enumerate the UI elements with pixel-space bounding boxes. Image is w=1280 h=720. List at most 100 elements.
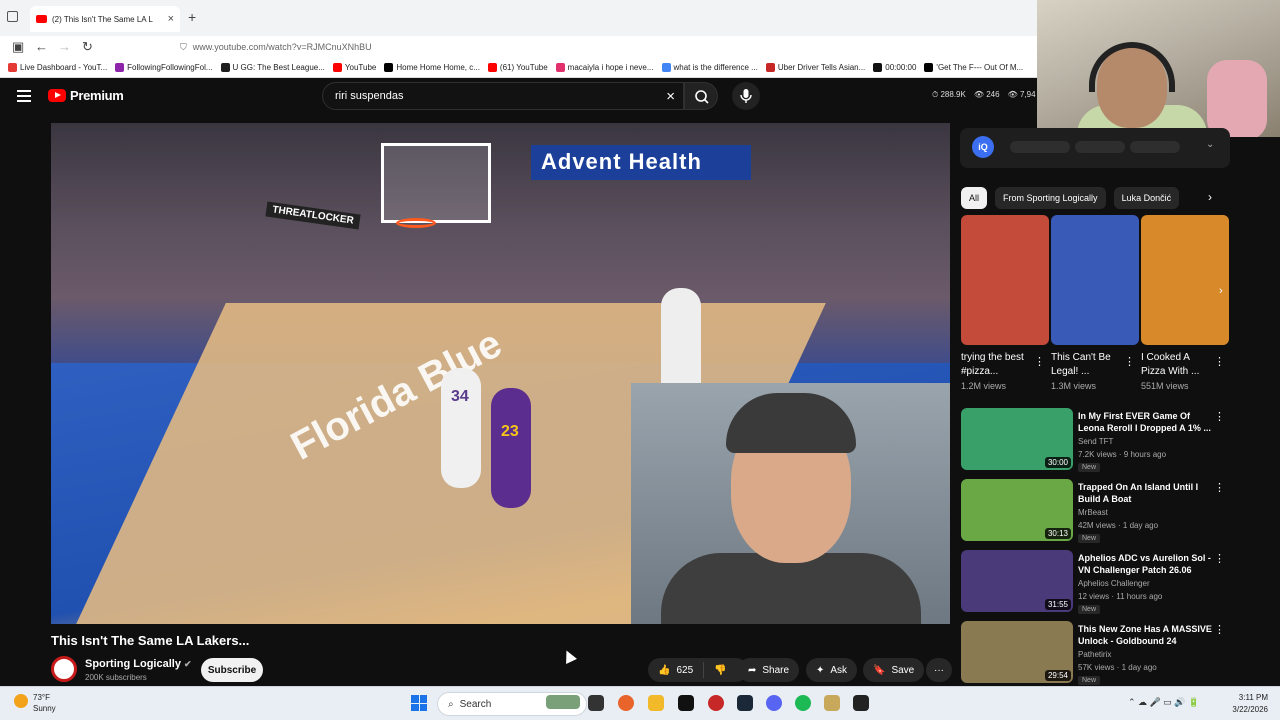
bookmark-item[interactable]: Home Home Home, c...	[384, 63, 480, 72]
file-explorer-icon[interactable]	[648, 695, 664, 711]
bookmark-item[interactable]: 00:00:00	[873, 63, 916, 72]
search-input[interactable]: riri suspendas ×	[322, 82, 684, 110]
system-clock[interactable]: 3:11 PM 3/22/2026	[1232, 692, 1268, 716]
video-duration: 29:54	[1044, 670, 1071, 681]
url-text: www.youtube.com/watch?v=RJMCnuXNhBU	[192, 42, 372, 52]
recommended-video[interactable]: 31:55 Aphelios ADC vs Aurelion Sol - VN C…	[961, 550, 1231, 614]
browser-tab-active[interactable]: (2) This Isn't The Same LA L ×	[30, 6, 180, 32]
chip-all[interactable]: All	[961, 187, 988, 209]
youtube-favicon-icon	[36, 15, 47, 23]
short-title[interactable]: I Cooked A Pizza With ...	[1141, 351, 1211, 379]
record-app-icon[interactable]	[708, 695, 724, 711]
menu-icon[interactable]	[17, 90, 31, 105]
clear-search-icon[interactable]: ×	[666, 88, 675, 105]
video-channel[interactable]: Aphelios Challenger	[1078, 579, 1150, 588]
short-item[interactable]: trying the best #pizza... 1.2M views ⋮	[961, 215, 1049, 391]
steam-icon[interactable]	[737, 695, 753, 711]
more-vert-icon[interactable]: ⋮	[1214, 355, 1225, 368]
youtube-premium-logo[interactable]: Premium	[48, 88, 124, 103]
capcut-icon[interactable]	[678, 695, 694, 711]
more-vert-icon[interactable]: ⋮	[1124, 355, 1135, 368]
video-channel[interactable]: MrBeast	[1078, 508, 1108, 517]
bookmark-item[interactable]: FollowingFollowingFol...	[115, 63, 213, 72]
extension-pill-3[interactable]	[1130, 141, 1180, 153]
filter-chips: All From Sporting Logically Luka Dončić	[961, 187, 1231, 209]
dislike-icon[interactable]: 👎	[714, 665, 726, 676]
video-title[interactable]: Aphelios ADC vs Aurelion Sol - VN Challe…	[1078, 552, 1214, 576]
tab-title: (2) This Isn't The Same LA L	[52, 14, 153, 24]
like-icon[interactable]: 👍	[658, 665, 670, 676]
tab-list-icon[interactable]	[7, 11, 18, 22]
extension-iq-icon[interactable]: iQ	[972, 136, 994, 158]
like-count[interactable]: 625	[676, 665, 693, 676]
bookmark-item[interactable]: Uber Driver Tells Asian...	[765, 63, 865, 72]
more-vert-icon[interactable]: ⋮	[1214, 481, 1225, 494]
recommended-video[interactable]: 29:54 This New Zone Has A MASSIVE Unlock …	[961, 621, 1231, 685]
bookmark-label: what is the difference ...	[673, 63, 758, 72]
search-button[interactable]	[684, 82, 718, 110]
video-title[interactable]: In My First EVER Game Of Leona Reroll I …	[1078, 410, 1214, 434]
site-info-icon[interactable]: ⛉	[180, 42, 187, 53]
chip-from-channel[interactable]: From Sporting Logically	[995, 187, 1106, 209]
youtube-logo-icon	[48, 89, 66, 102]
video-title[interactable]: Trapped On An Island Until I Build A Boa…	[1078, 481, 1214, 505]
bookmark-item[interactable]: macaiyla i hope i neve...	[555, 63, 654, 72]
short-title[interactable]: trying the best #pizza...	[961, 351, 1031, 379]
extension-pill-2[interactable]	[1075, 141, 1125, 153]
short-title[interactable]: This Can't Be Legal! ...	[1051, 351, 1121, 379]
bookmark-item[interactable]: Live Dashboard - YouT...	[8, 63, 107, 72]
task-view-icon[interactable]	[588, 695, 604, 711]
spotify-icon[interactable]	[795, 695, 811, 711]
reload-icon[interactable]: ↻	[82, 39, 93, 55]
recommended-video[interactable]: 30:13 Trapped On An Island Until I Build …	[961, 479, 1231, 543]
short-thumbnail[interactable]	[1051, 215, 1139, 345]
forward-icon[interactable]: →	[58, 39, 71, 54]
system-tray[interactable]: ⌃ ☁ 🎤 ▭ 🔊 🔋	[1128, 697, 1199, 708]
widget-thumbnail-icon[interactable]	[546, 695, 580, 709]
chip-luka[interactable]: Luka Dončić	[1113, 187, 1180, 209]
bookmark-favicon-icon	[661, 63, 671, 72]
recommended-video[interactable]: 30:00 In My First EVER Game Of Leona Rero…	[961, 408, 1231, 472]
short-thumbnail[interactable]	[1141, 215, 1229, 345]
short-item[interactable]: This Can't Be Legal! ... 1.3M views ⋮	[1051, 215, 1139, 391]
chevron-right-icon[interactable]: ›	[1208, 190, 1212, 204]
channel-avatar[interactable]	[51, 656, 77, 682]
chevron-down-icon[interactable]: ⌄	[1206, 139, 1214, 150]
bookmark-item[interactable]: U GG: The Best League...	[220, 63, 325, 72]
app-icon[interactable]	[853, 695, 869, 711]
sidebar-toggle-icon[interactable]: ▣	[12, 39, 24, 55]
more-vert-icon[interactable]: ⋮	[1214, 410, 1225, 423]
subscribe-button[interactable]: Subscribe	[201, 658, 263, 682]
bookmark-item[interactable]: 'Get The F--- Out Of M...	[924, 63, 1023, 72]
windows-start-icon[interactable]	[411, 695, 427, 711]
new-tab-button[interactable]: +	[188, 9, 196, 25]
extension-pill-1[interactable]	[1010, 141, 1070, 153]
league-icon[interactable]	[824, 695, 840, 711]
short-item[interactable]: I Cooked A Pizza With ... 551M views ⋮	[1141, 215, 1229, 391]
channel-name[interactable]: Sporting Logically ✔	[85, 658, 192, 670]
weather-widget[interactable]: 73°F Sunny	[14, 692, 56, 714]
ask-button[interactable]: ✦ Ask	[806, 658, 858, 682]
video-title[interactable]: This New Zone Has A MASSIVE Unlock - Gol…	[1078, 623, 1214, 647]
share-button[interactable]: ➦ Share	[738, 658, 800, 682]
more-vert-icon[interactable]: ⋮	[1034, 355, 1045, 368]
bookmark-item[interactable]: (61) YouTube	[487, 63, 548, 72]
voice-search-button[interactable]	[732, 82, 760, 110]
firefox-icon[interactable]	[618, 695, 634, 711]
video-channel[interactable]: Send TFT	[1078, 437, 1113, 446]
video-channel[interactable]: Pathetirix	[1078, 650, 1111, 659]
bookmark-item[interactable]: YouTube	[332, 63, 376, 72]
back-icon[interactable]: ←	[35, 39, 48, 54]
more-vert-icon[interactable]: ⋮	[1214, 623, 1225, 636]
tab-close-icon[interactable]: ×	[168, 13, 174, 25]
short-thumbnail[interactable]	[961, 215, 1049, 345]
stat-other: 👁 7,94	[1007, 90, 1036, 99]
save-button[interactable]: 🔖 Save	[863, 658, 925, 682]
shorts-next-icon[interactable]: ›	[1219, 285, 1223, 297]
video-player[interactable]: Advent Health THREATLOCKER Florida Blue …	[51, 123, 950, 624]
discord-icon[interactable]	[766, 695, 782, 711]
more-actions-button[interactable]: ···	[926, 658, 952, 682]
url-field[interactable]: ⛉ www.youtube.com/watch?v=RJMCnuXNhBU	[180, 38, 1030, 56]
bookmark-item[interactable]: what is the difference ...	[661, 63, 758, 72]
more-vert-icon[interactable]: ⋮	[1214, 552, 1225, 565]
